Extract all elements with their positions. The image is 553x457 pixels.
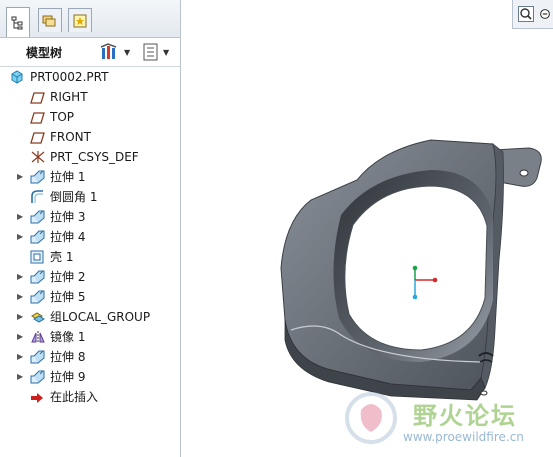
tree-item[interactable]: ▶ 拉伸 4 <box>0 227 180 247</box>
folder-browser-icon <box>42 15 56 26</box>
tree-item-label: 拉伸 5 <box>50 290 86 304</box>
tree-item-label: PRT_CSYS_DEF <box>50 150 139 164</box>
tree-item[interactable]: ▶ 组LOCAL_GROUP <box>0 307 180 327</box>
model-tree-icon <box>11 16 23 29</box>
chevron-down-icon: ▼ <box>124 47 131 57</box>
tree-item[interactable]: RIGHT <box>0 87 180 107</box>
tree-item[interactable]: ▶ 拉伸 8 <box>0 347 180 367</box>
model-tree-toolbar: 模型树 ▼ ▼ <box>0 38 180 67</box>
extrude-icon <box>30 350 45 364</box>
tree-item-label: 拉伸 3 <box>50 210 86 224</box>
favorites-icon <box>73 14 87 27</box>
datum-plane-icon <box>30 110 45 124</box>
watermark-url: www.proewildfire.cn <box>403 430 524 444</box>
expand-arrow-icon[interactable]: ▶ <box>17 367 23 387</box>
tree-item[interactable]: ▶ 拉伸 1 <box>0 167 180 187</box>
tree-item[interactable]: PRT_CSYS_DEF <box>0 147 180 167</box>
navigator-tab-bar <box>0 0 180 38</box>
shell-icon <box>30 250 45 264</box>
tree-item-label: FRONT <box>50 130 91 144</box>
tree-item-label: 拉伸 8 <box>50 350 86 364</box>
tree-item-label: 拉伸 9 <box>50 370 86 384</box>
coordinate-triad-icon <box>412 265 438 300</box>
expand-arrow-icon[interactable]: ▶ <box>17 167 23 187</box>
tree-item[interactable]: 壳 1 <box>0 247 180 267</box>
tree-item-label: 在此插入 <box>50 390 99 404</box>
tree-item[interactable]: PRT0002.PRT <box>0 67 180 87</box>
tree-item[interactable]: 在此插入 <box>0 387 180 407</box>
tree-item-label: 壳 1 <box>50 250 74 264</box>
tree-item-label: 拉伸 4 <box>50 230 86 244</box>
extrude-icon <box>30 230 45 244</box>
coordinate-system-icon <box>30 150 45 164</box>
model-tree: PRT0002.PRT RIGHT TOP FRONT PRT_CSYS_DEF ▶ 拉伸 … <box>0 67 180 407</box>
extrude-icon <box>30 370 45 384</box>
expand-arrow-icon[interactable]: ▶ <box>17 207 23 227</box>
tree-item-label: 倒圆角 1 <box>50 190 98 204</box>
extrude-icon <box>30 170 45 184</box>
tree-settings-button[interactable]: ▼ <box>100 42 130 62</box>
extrude-icon <box>30 210 45 224</box>
tree-item-label: PRT0002.PRT <box>30 70 109 84</box>
tab-favorites[interactable] <box>68 8 92 32</box>
tree-item[interactable]: TOP <box>0 107 180 127</box>
watermark-title: 野火论坛 <box>413 402 517 430</box>
watermark-logo-icon <box>345 392 397 444</box>
tree-item[interactable]: ▶ 镜像 1 <box>0 327 180 347</box>
datum-plane-icon <box>30 90 45 104</box>
extrude-icon <box>30 290 45 304</box>
expand-arrow-icon[interactable]: ▶ <box>17 347 23 367</box>
tree-item[interactable]: FRONT <box>0 127 180 147</box>
round-icon <box>30 190 45 204</box>
expand-arrow-icon[interactable]: ▶ <box>17 287 23 307</box>
mirror-icon <box>30 330 45 344</box>
chevron-down-icon: ▼ <box>163 47 170 57</box>
tree-item-label: 镜像 1 <box>50 330 86 344</box>
model-tree-title: 模型树 <box>26 46 63 60</box>
expand-arrow-icon[interactable]: ▶ <box>17 267 23 287</box>
part-icon <box>10 70 25 84</box>
tree-item[interactable]: ▶ 拉伸 3 <box>0 207 180 227</box>
tree-item-label: TOP <box>50 110 75 124</box>
tree-item[interactable]: ▶ 拉伸 5 <box>0 287 180 307</box>
show-columns-button[interactable]: ▼ <box>143 42 169 62</box>
tree-item[interactable]: ▶ 拉伸 9 <box>0 367 180 387</box>
tree-item-label: RIGHT <box>50 90 88 104</box>
group-icon <box>30 310 45 324</box>
tree-item[interactable]: ▶ 拉伸 2 <box>0 267 180 287</box>
tree-settings-icon <box>100 43 117 59</box>
datum-plane-icon <box>30 130 45 144</box>
tree-item[interactable]: 倒圆角 1 <box>0 187 180 207</box>
tab-folder-browser[interactable] <box>38 8 62 32</box>
navigator-panel: 模型树 ▼ ▼ PRT0002.PRT RIGHT TOP FRONT PRT_CSYS… <box>0 0 181 457</box>
tab-model-tree[interactable] <box>6 7 30 37</box>
expand-arrow-icon[interactable]: ▶ <box>17 327 23 347</box>
tree-item-label: 拉伸 1 <box>50 170 86 184</box>
extrude-icon <box>30 270 45 284</box>
tree-item-label: 组LOCAL_GROUP <box>50 310 151 324</box>
insert-here-arrow-icon <box>30 390 45 404</box>
expand-arrow-icon[interactable]: ▶ <box>17 307 23 327</box>
graphics-window[interactable]: 野火论坛 www.proewildfire.cn <box>181 0 553 457</box>
expand-arrow-icon[interactable]: ▶ <box>17 227 23 247</box>
tree-item-label: 拉伸 2 <box>50 270 86 284</box>
show-columns-icon <box>143 43 158 61</box>
